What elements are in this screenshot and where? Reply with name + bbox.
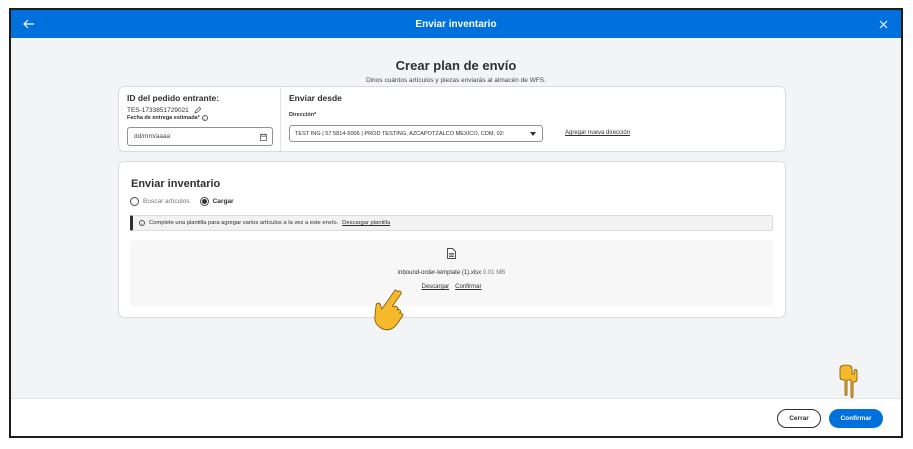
- calendar-icon[interactable]: [260, 133, 267, 141]
- close-icon: [879, 20, 887, 28]
- inventory-method-radios: Buscar artículos Cargar: [130, 197, 240, 206]
- delivery-date-input[interactable]: dd/mm/aaaa: [127, 127, 273, 146]
- chevron-down-icon: [530, 132, 536, 136]
- delivery-date-label-row: Fecha de entrega estimada* i: [127, 115, 272, 121]
- radio-upload[interactable]: [199, 197, 209, 206]
- pencil-icon[interactable]: [194, 107, 201, 114]
- file-actions: Descargar Confirmar: [130, 284, 773, 290]
- file-name: inbound-order-template (1).xlsx: [397, 270, 482, 276]
- ship-from-section: Enviar desde Dirección* TEST ING | 57 58…: [281, 87, 785, 151]
- delivery-date-label: Fecha de entrega estimada*: [127, 115, 200, 121]
- order-id-label: ID del pedido entrante:: [127, 93, 220, 103]
- address-select-value: TEST ING | 57 5814-5006 | PROD TESTING, …: [295, 130, 505, 137]
- send-inventory-card: Enviar inventario Buscar artículos Carga…: [118, 161, 786, 318]
- page-subtitle: Dinos cuántos artículos y piezas enviará…: [366, 77, 546, 84]
- modal-footer: Cerrar Confirmar: [11, 398, 901, 436]
- download-template-link[interactable]: Descargar plantilla: [342, 220, 390, 226]
- uploaded-file-area: inbound-order-template (1).xlsx 0.01 MB …: [130, 240, 773, 306]
- pointing-down-hand-icon: [839, 364, 858, 398]
- template-info-banner: i Complete una plantilla para agregar va…: [130, 215, 773, 231]
- add-address-link[interactable]: Agregar nueva dirección: [565, 130, 630, 136]
- pointing-hand-icon: [374, 289, 404, 331]
- radio-search-items-label[interactable]: Buscar artículos: [143, 198, 190, 205]
- modal-title: Enviar inventario: [415, 18, 497, 30]
- confirm-button[interactable]: Confirmar: [829, 409, 883, 428]
- page-title: Crear plan de envío: [395, 58, 517, 73]
- order-id-section: ID del pedido entrante: TES-173385172902…: [119, 87, 281, 151]
- radio-upload-label[interactable]: Cargar: [213, 198, 234, 205]
- ship-from-title: Enviar desde: [289, 93, 342, 103]
- modal-header: Enviar inventario: [11, 10, 901, 38]
- modal-frame: Enviar inventario Crear plan de envío Di…: [9, 8, 903, 438]
- order-details-card: ID del pedido entrante: TES-173385172902…: [118, 86, 786, 152]
- document-icon: [447, 248, 456, 259]
- info-icon[interactable]: i: [201, 115, 208, 121]
- order-id-value: TES-1733851729021: [127, 107, 189, 114]
- confirm-file-link[interactable]: Confirmar: [455, 284, 481, 290]
- download-file-link[interactable]: Descargar: [421, 284, 449, 290]
- delivery-date-placeholder: dd/mm/aaaa: [134, 133, 171, 140]
- back-button[interactable]: [19, 14, 39, 34]
- uploaded-file-info: inbound-order-template (1).xlsx 0.01 MB: [130, 270, 773, 276]
- cancel-button[interactable]: Cerrar: [777, 409, 821, 428]
- order-id-row: TES-1733851729021: [127, 107, 272, 114]
- file-size: 0.01 MB: [482, 270, 506, 276]
- address-label: Dirección*: [289, 112, 317, 118]
- banner-text: Complete una plantilla para agregar vari…: [149, 220, 339, 226]
- info-icon: i: [139, 220, 145, 226]
- close-button[interactable]: [873, 14, 893, 34]
- arrow-left-icon: [23, 19, 34, 29]
- inventory-section-title: Enviar inventario: [131, 178, 221, 190]
- address-select[interactable]: TEST ING | 57 5814-5006 | PROD TESTING, …: [289, 125, 543, 142]
- page-intro: Crear plan de envío Dinos cuántos artícu…: [11, 58, 901, 84]
- radio-search-items[interactable]: [130, 197, 139, 206]
